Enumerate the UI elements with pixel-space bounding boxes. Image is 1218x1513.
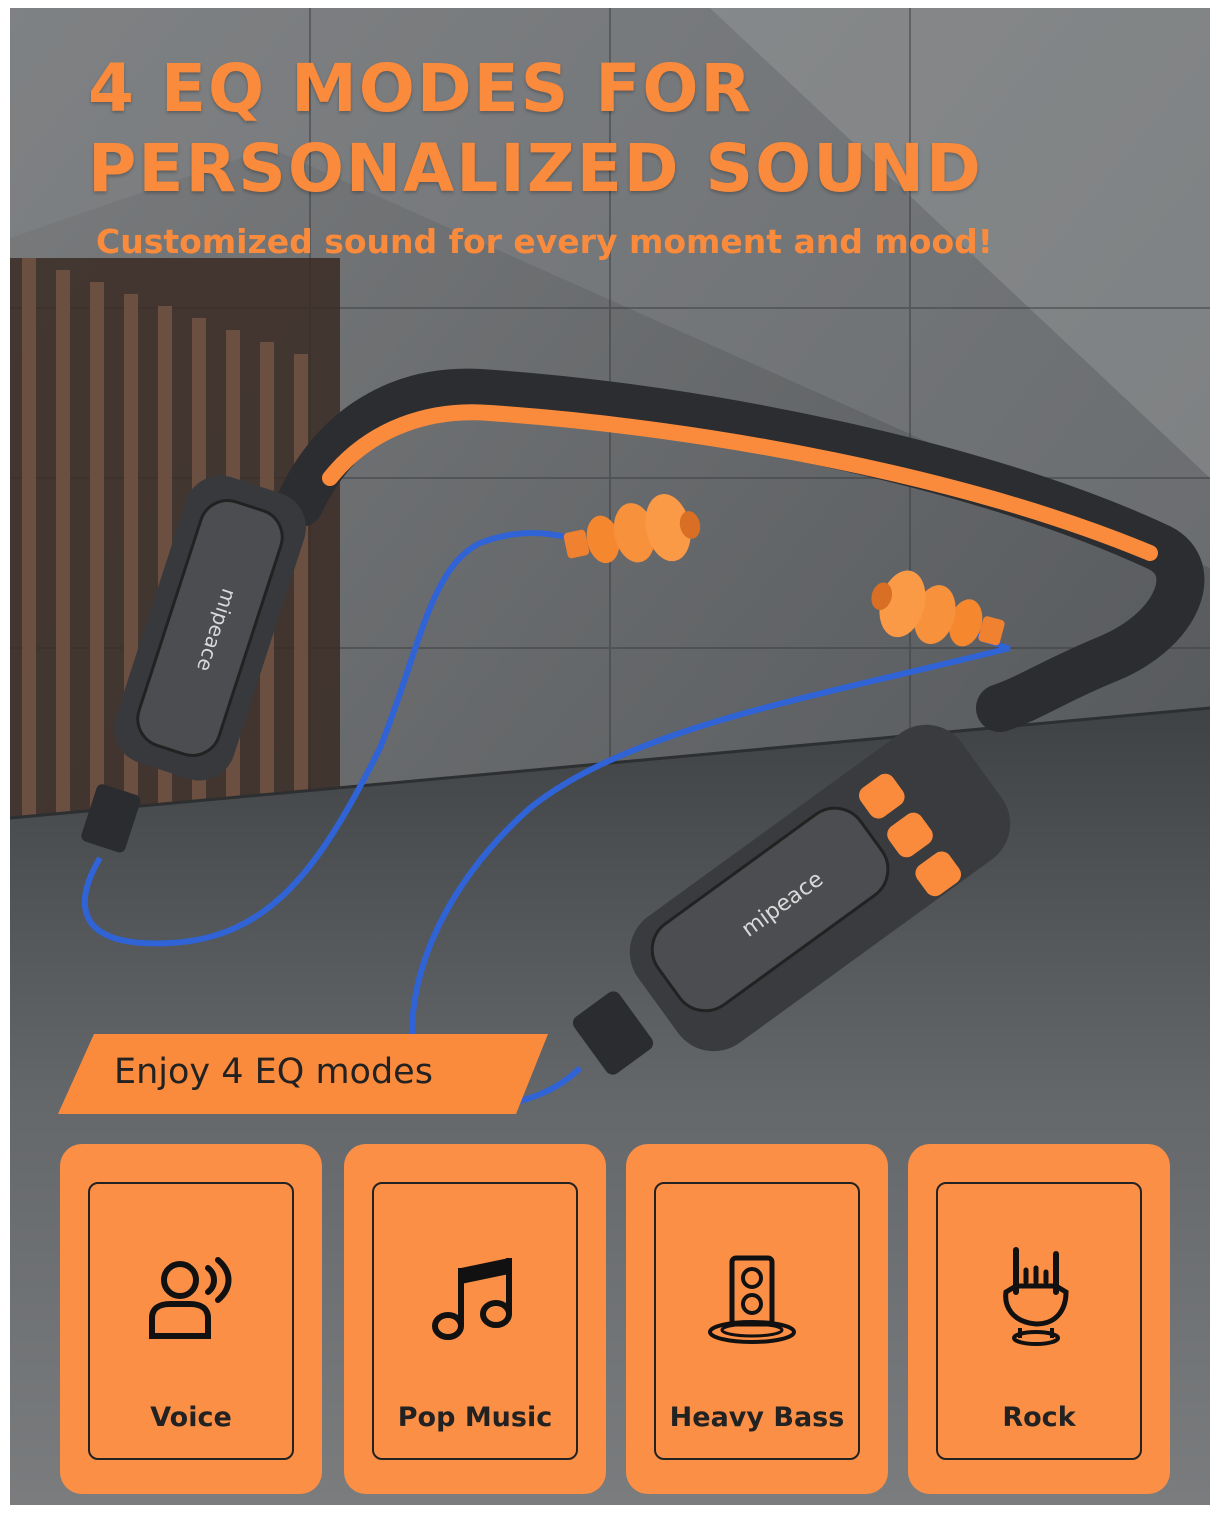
product-banner: 4 EQ MODES FOR PERSONALIZED SOUND Custom… — [10, 8, 1210, 1505]
rock-hand-icon — [1003, 1247, 1069, 1346]
music-note-icon — [432, 1258, 512, 1340]
left-earplug — [563, 494, 701, 564]
left-control-pod: mipeace — [114, 475, 306, 781]
mode-card-rock: Rock — [908, 1144, 1170, 1494]
voice-icon — [149, 1257, 232, 1339]
right-earplug — [871, 570, 1005, 647]
mode-label-heavy-bass: Heavy Bass — [669, 1402, 845, 1433]
mode-card-voice: Voice — [60, 1144, 322, 1494]
mode-label-pop-music: Pop Music — [397, 1402, 553, 1433]
right-control-pod: mipeace — [629, 724, 1011, 1052]
mode-label-voice: Voice — [150, 1402, 232, 1433]
mode-card-heavy-bass: Heavy Bass — [626, 1144, 888, 1494]
eq-modes-banner: Enjoy 4 EQ modes — [58, 1034, 548, 1114]
speaker-icon — [708, 1255, 796, 1344]
mode-label-rock: Rock — [1002, 1402, 1076, 1433]
banner-text: Enjoy 4 EQ modes — [114, 1052, 433, 1092]
mode-card-pop-music: Pop Music — [344, 1144, 606, 1494]
